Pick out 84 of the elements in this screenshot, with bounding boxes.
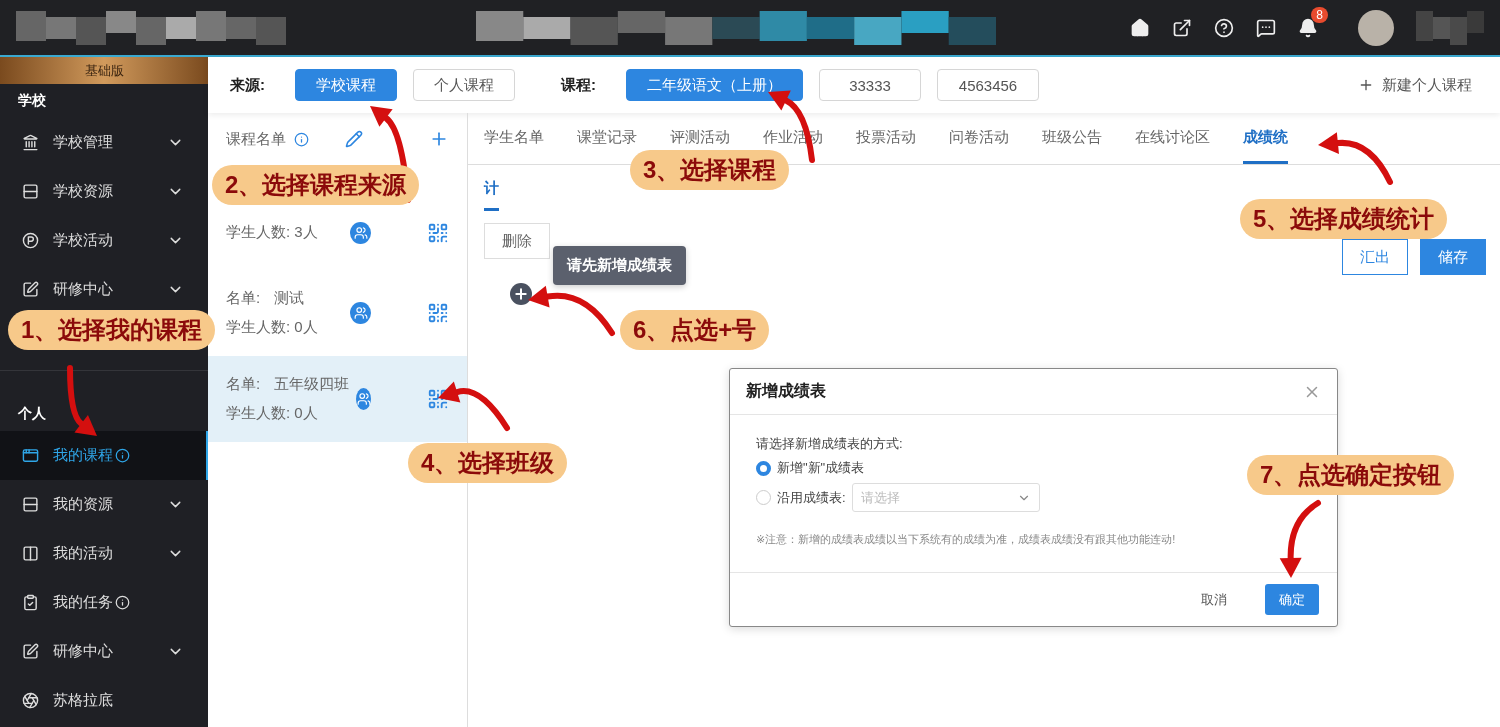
- tab[interactable]: 班级公告: [1042, 113, 1102, 164]
- source-button[interactable]: 个人课程: [413, 69, 515, 101]
- list-title: 课程名单: [226, 129, 286, 149]
- arrow: [67, 365, 97, 436]
- step-tooltip: 3、选择课程: [630, 150, 790, 190]
- option-label: 新增"新"成绩表: [777, 459, 865, 477]
- add-icon[interactable]: [510, 283, 532, 305]
- blurred-name-drawing: [1416, 10, 1484, 45]
- course-label: 课程:: [561, 75, 596, 95]
- users-icon[interactable]: [350, 302, 371, 324]
- step-tooltip: 6、点选+号: [620, 310, 770, 350]
- class-item[interactable]: 名单: 五年级四班 学生人数: 0人: [208, 356, 467, 442]
- step-tooltip: 1、选择我的课程: [8, 310, 216, 350]
- source-label: 来源:: [230, 75, 265, 95]
- step-tooltip: 7、点选确定按钮: [1247, 455, 1455, 495]
- sidebar-item[interactable]: 学校资源: [0, 167, 208, 216]
- sidebar-item[interactable]: 研修中心: [0, 627, 208, 676]
- dialog-title: 新增成绩表: [746, 381, 826, 401]
- sidebar-item[interactable]: 苏格拉底: [0, 676, 208, 725]
- radio-button[interactable]: [756, 460, 771, 476]
- aperture-icon: [22, 692, 39, 709]
- class-name: 五年级四班: [274, 375, 350, 394]
- tab[interactable]: 投票活动: [856, 113, 916, 164]
- stack-icon: [22, 496, 39, 513]
- users-icon[interactable]: [350, 221, 371, 244]
- sidebar-item[interactable]: 我的课程: [0, 431, 208, 480]
- section-title: 学校: [17, 91, 47, 110]
- home-icon[interactable]: [1130, 17, 1150, 38]
- sidebar-item[interactable]: 我的活动: [0, 529, 208, 578]
- sidebar-item[interactable]: 学校管理: [0, 118, 208, 167]
- arrow: [438, 381, 510, 431]
- chat-icon[interactable]: [1256, 17, 1276, 38]
- name-label: 名单:: [226, 375, 261, 394]
- source-button[interactable]: 学校课程: [295, 69, 397, 101]
- step-tooltip: 4、选择班级: [408, 443, 568, 483]
- name-label: 名单:: [226, 289, 261, 308]
- external-link-icon[interactable]: [1172, 17, 1192, 38]
- stack-icon: [22, 183, 39, 200]
- clipboard-check-icon: [22, 594, 39, 611]
- tab[interactable]: 问卷活动: [949, 113, 1009, 164]
- tooltip: 请先新增成绩表: [553, 246, 686, 285]
- bell-icon[interactable]: [1298, 17, 1318, 38]
- sidebar-item[interactable]: 我的任务: [0, 578, 208, 627]
- window-icon: [22, 447, 39, 464]
- radio-button[interactable]: [756, 490, 771, 505]
- student-count: 学生人数: 3人: [226, 223, 319, 242]
- qr-code-icon[interactable]: [427, 221, 449, 244]
- step-tooltip: 5、选择成绩统计: [1240, 199, 1448, 239]
- new-course-button[interactable]: 新建个人课程: [1352, 74, 1478, 96]
- delete-button[interactable]: 删除: [484, 223, 550, 259]
- qr-code-icon[interactable]: [427, 388, 449, 410]
- circle-p-icon: [22, 232, 39, 249]
- notification-count: 8: [1311, 6, 1328, 23]
- tab[interactable]: 学生名单: [484, 113, 544, 164]
- sidebar-item[interactable]: 学校活动: [0, 216, 208, 265]
- edit-icon[interactable]: [345, 130, 363, 148]
- avatar[interactable]: [1358, 9, 1394, 46]
- course-button[interactable]: 33333: [819, 69, 921, 101]
- qr-code-icon[interactable]: [427, 302, 449, 324]
- tab[interactable]: 成绩统: [1243, 113, 1288, 164]
- bank-icon: [22, 134, 39, 151]
- edit-square-icon: [22, 643, 39, 660]
- sidebar-item[interactable]: 我的资源: [0, 480, 208, 529]
- plus-icon: [1358, 77, 1374, 93]
- dialog-prompt: 请选择新增成绩表的方式:: [756, 435, 904, 453]
- users-icon[interactable]: [356, 388, 371, 410]
- student-count: 学生人数: 0人: [226, 318, 319, 337]
- sub-tab[interactable]: 计: [484, 179, 499, 211]
- edition-badge: 基础版: [0, 57, 208, 84]
- note-text: ※注意：新增的成绩表成绩以当下系统有的成绩为准，成绩表成绩没有跟其他功能连动!: [756, 532, 1177, 547]
- section-title: 个人: [17, 404, 47, 423]
- option-label: 沿用成绩表:: [777, 488, 846, 507]
- save-button[interactable]: 储存: [1420, 239, 1486, 275]
- edit-square-icon: [22, 281, 39, 298]
- course-button[interactable]: 二年级语文（上册）: [626, 69, 803, 101]
- step-tooltip: 2、选择课程来源: [212, 165, 420, 205]
- export-button[interactable]: 汇出: [1342, 239, 1408, 275]
- class-name: 测试: [274, 289, 305, 308]
- ok-button[interactable]: 确定: [1265, 584, 1319, 615]
- course-button[interactable]: 4563456: [937, 69, 1039, 101]
- tab[interactable]: 在线讨论区: [1135, 113, 1210, 164]
- info-icon: [294, 131, 309, 147]
- student-count: 学生人数: 0人: [226, 404, 319, 423]
- help-icon[interactable]: [1214, 17, 1234, 38]
